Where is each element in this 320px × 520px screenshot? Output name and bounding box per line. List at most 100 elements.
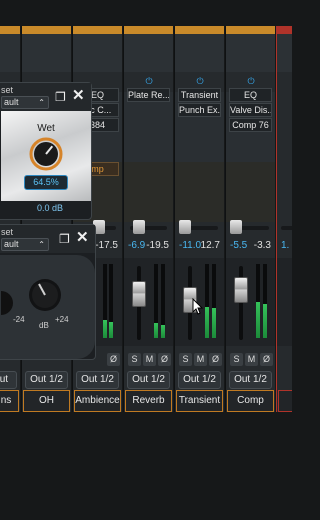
level-meter (256, 264, 260, 338)
volume-readout[interactable]: -11.0 (179, 240, 201, 251)
preset-select[interactable]: ault ⌃ (1, 96, 49, 109)
output-button[interactable]: Out 1/2 (178, 371, 221, 389)
edit-button[interactable]: Ø (107, 353, 120, 366)
edit-button[interactable]: Ø (260, 353, 273, 366)
mixer-window: { "strips": [ {"id": "s0", "vol_left": "… (0, 0, 292, 520)
close-icon[interactable]: ✕ (72, 88, 85, 103)
strip-color-bar (22, 26, 71, 34)
preset-label: set (1, 85, 14, 95)
pan-knob[interactable] (133, 220, 145, 234)
power-icon[interactable]: ⏻ (195, 76, 205, 86)
preset-select[interactable]: ault ⌃ (1, 238, 49, 251)
peak-readout: -19.5 (146, 240, 169, 251)
insert-slot[interactable]: Punch Ex... (178, 103, 221, 117)
solo-button[interactable]: S (128, 353, 141, 366)
gain-readout: 0.0 dB (36, 203, 63, 213)
window-icon[interactable]: ❐ (59, 232, 70, 246)
mouse-cursor (192, 298, 204, 315)
track-name-button[interactable]: Transient (176, 390, 223, 412)
level-meter (109, 264, 113, 338)
strip-header (175, 34, 224, 72)
strip-color-bar (0, 26, 20, 34)
track-name-button[interactable]: Comp (227, 390, 274, 412)
insert-slot[interactable]: Valve Dis... (229, 103, 272, 117)
wet-label: Wet (37, 123, 55, 134)
volume-readout[interactable]: -5.5 (230, 240, 247, 251)
strip-color-bar (277, 26, 292, 34)
level-meter (212, 264, 216, 338)
output-button[interactable]: Out 1/2 (25, 371, 68, 389)
output-button[interactable]: Out 1/2 (76, 371, 119, 389)
peak-readout: -3.3 (253, 240, 271, 251)
window-icon[interactable]: ❐ (55, 90, 66, 104)
preset-value: ault (4, 239, 19, 249)
mute-button[interactable]: M (143, 353, 156, 366)
track-name-button[interactable]: Ambience (74, 390, 121, 412)
strip-color-bar (226, 26, 275, 34)
strip-header (124, 34, 173, 72)
knob-min-label: -24 (13, 315, 25, 324)
send-area (175, 162, 224, 222)
mute-button[interactable]: M (194, 353, 207, 366)
volume-readout[interactable]: 1. (281, 240, 289, 251)
level-meter (263, 264, 267, 338)
volume-fader[interactable] (132, 281, 146, 307)
close-icon[interactable]: ✕ (76, 230, 89, 245)
edit-button[interactable]: Ø (209, 353, 222, 366)
strip-header (226, 34, 275, 72)
solo-button[interactable]: S (230, 353, 243, 366)
knob-unit-label: dB (39, 321, 49, 330)
pan-knob[interactable] (179, 220, 191, 234)
strip-header (22, 34, 71, 72)
solo-button[interactable]: S (179, 353, 192, 366)
wet-panel: Wet 64.5% (1, 111, 91, 201)
level-meter (161, 264, 165, 338)
strip-header (73, 34, 122, 72)
pan-slider[interactable] (281, 226, 292, 230)
channel-strip-partial: 1. (276, 26, 292, 412)
eq-knob-left[interactable] (1, 291, 13, 315)
strip-header (277, 34, 292, 72)
channel-strip-comp: ⏻ EQ Valve Dis... Comp 76 -5.5 -3.3 S M Ø… (225, 26, 275, 412)
wet-knob[interactable] (29, 137, 63, 171)
output-button[interactable]: Out 1/2 (127, 371, 170, 389)
strip-color-bar (124, 26, 173, 34)
power-icon[interactable]: ⏻ (144, 76, 154, 86)
insert-slot[interactable]: Comp 76 (229, 118, 272, 132)
wet-value-display[interactable]: 64.5% (24, 175, 68, 190)
insert-slot[interactable]: Plate Re... (127, 88, 170, 102)
preset-value: ault (4, 97, 19, 107)
eq-panel: -24 +24 dB (0, 255, 95, 359)
plugin-window-eq: set ault ⌃ ❐ ✕ -24 +24 dB (0, 224, 96, 360)
fader-area (277, 258, 292, 346)
strip-color-bar (73, 26, 122, 34)
output-button[interactable]: Out 1/2 (0, 371, 17, 401)
insert-slot[interactable]: Transient (178, 88, 221, 102)
level-meter (103, 264, 107, 338)
peak-readout: 12.7 (200, 240, 220, 251)
mute-button[interactable]: M (245, 353, 258, 366)
pan-knob[interactable] (230, 220, 242, 234)
chevron-down-icon: ⌃ (38, 240, 45, 249)
volume-fader[interactable] (234, 277, 248, 303)
preset-label: set (1, 227, 14, 237)
track-name-button[interactable]: Reverb (125, 390, 172, 412)
track-name-button[interactable]: ns (0, 390, 19, 412)
knob-max-label: +24 (55, 315, 69, 324)
strip-color-bar (175, 26, 224, 34)
level-meter (205, 264, 209, 338)
edit-button[interactable]: Ø (158, 353, 171, 366)
level-meter (154, 264, 158, 338)
power-icon[interactable]: ⏻ (246, 76, 256, 86)
plugin-window-wet: set ault ⌃ ❐ ✕ Wet 64.5% 0.0 dB (0, 82, 92, 220)
insert-slot[interactable]: EQ (229, 88, 272, 102)
track-name-button[interactable] (278, 390, 292, 412)
volume-readout[interactable]: -6.9 (128, 240, 145, 251)
strip-header (0, 34, 20, 72)
output-button[interactable]: Out 1/2 (229, 371, 272, 389)
track-name-button[interactable]: OH (23, 390, 70, 412)
chevron-down-icon: ⌃ (38, 98, 45, 107)
peak-readout: -17.5 (95, 240, 118, 251)
channel-strip-reverb: ⏻ Plate Re... -6.9 -19.5 S M Ø Out 1/2 Re… (123, 26, 173, 412)
gain-knob[interactable] (27, 277, 63, 313)
